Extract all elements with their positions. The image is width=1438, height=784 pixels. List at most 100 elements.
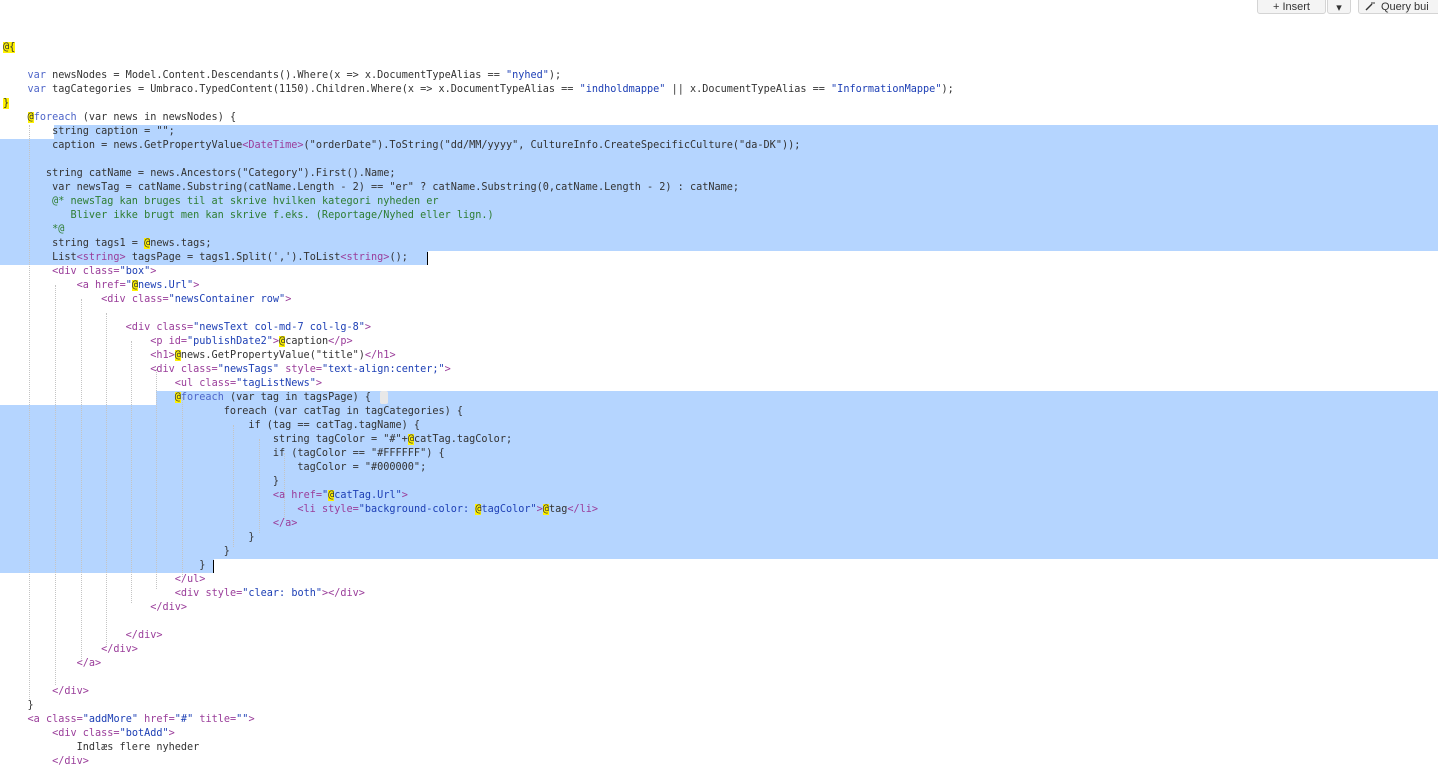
code-line[interactable]: Indlæs flere nyheder [3, 741, 1438, 755]
code-line[interactable]: </div> [3, 601, 1438, 615]
code-line[interactable]: } [3, 531, 1438, 545]
code-line[interactable]: <div class="box"> [3, 265, 1438, 279]
code-line[interactable]: } [3, 559, 1438, 573]
code-token: class= [180, 364, 218, 375]
code-line[interactable]: </div> [3, 685, 1438, 699]
code-token: > [168, 728, 175, 739]
code-line[interactable]: <ul class="tagListNews"> [3, 377, 1438, 391]
code-token: </div> [150, 602, 188, 613]
code-line[interactable]: List<string> tagsPage = tags1.Split(',')… [3, 251, 1438, 265]
code-token: </p> [328, 336, 353, 347]
code-line[interactable]: caption = news.GetPropertyValue<DateTime… [3, 139, 1438, 153]
code-line[interactable]: if (tag == catTag.tagName) { [3, 419, 1438, 433]
code-token: foreach (var catTag in tagCategories) { [3, 406, 464, 417]
code-line[interactable]: <li style="background-color: @tagColor">… [3, 503, 1438, 517]
code-token: "botAdd" [119, 728, 169, 739]
code-line[interactable]: <p id="publishDate2">@caption</p> [3, 335, 1438, 349]
code-token: foreach [180, 392, 224, 403]
code-token: var [27, 84, 46, 95]
code-line[interactable]: if (tagColor == "#FFFFFF") { [3, 447, 1438, 461]
code-token: <a [76, 280, 89, 291]
code-line[interactable]: foreach (var catTag in tagCategories) { [3, 405, 1438, 419]
code-line[interactable]: } [3, 97, 1438, 111]
code-line[interactable]: </div> [3, 643, 1438, 657]
code-token: <div [150, 364, 175, 375]
code-line[interactable]: var newsNodes = Model.Content.Descendant… [3, 69, 1438, 83]
code-line[interactable]: @foreach (var news in newsNodes) { [3, 111, 1438, 125]
code-line[interactable]: <a class="addMore" href="#" title=""> [3, 713, 1438, 727]
query-builder-label: Query bui [1381, 1, 1429, 13]
code-line[interactable]: @* newsTag kan bruges til at skrive hvil… [3, 195, 1438, 209]
code-token: </div> [101, 644, 138, 655]
code-token: (); [389, 252, 408, 263]
code-line[interactable]: <div class="newsText col-md-7 col-lg-8"> [3, 321, 1438, 335]
code-line[interactable] [3, 615, 1438, 629]
code-token: </div> [125, 630, 163, 641]
code-token: "newsTags" [217, 364, 280, 375]
code-line[interactable] [3, 153, 1438, 167]
code-token: "clear: both" [242, 588, 322, 599]
code-token: title= [199, 714, 237, 725]
code-token: <h1> [150, 350, 175, 361]
code-line[interactable]: </ul> [3, 573, 1438, 587]
code-token: news.tags; [150, 238, 212, 249]
code-line[interactable]: </a> [3, 517, 1438, 531]
code-line[interactable]: var tagCategories = Umbraco.TypedContent… [3, 83, 1438, 97]
code-line[interactable] [3, 671, 1438, 685]
code-token: </div> [52, 686, 89, 697]
code-line[interactable]: } [3, 475, 1438, 489]
query-builder-button[interactable]: Query bui [1358, 0, 1438, 14]
code-token: <div [125, 322, 151, 333]
code-line[interactable]: <a href="@catTag.Url"> [3, 489, 1438, 503]
code-token: <ul [174, 378, 194, 389]
code-token: </h1> [364, 350, 396, 361]
code-token: <div [101, 294, 126, 305]
code-line[interactable]: } [3, 545, 1438, 559]
code-line[interactable]: </a> [3, 657, 1438, 671]
code-editor[interactable]: @{ var newsNodes = Model.Content.Descend… [0, 40, 1438, 784]
code-line[interactable] [3, 307, 1438, 321]
code-token: "newsContainer row" [168, 294, 286, 305]
code-line[interactable]: <div class="botAdd"> [3, 727, 1438, 741]
code-line[interactable]: string tagColor = "#"+@catTag.tagColor; [3, 433, 1438, 447]
code-token: id= [168, 336, 188, 347]
code-token: news.GetPropertyValue("title") [180, 350, 365, 361]
code-token: tagColor" [481, 504, 537, 515]
code-line[interactable]: string caption = ""; [3, 125, 1438, 139]
code-line[interactable]: <h1>@news.GetPropertyValue("title")</h1> [3, 349, 1438, 363]
code-line[interactable]: </div> [3, 629, 1438, 643]
code-token: <DateTime> [242, 140, 304, 151]
code-line[interactable]: tagColor = "#000000"; [3, 461, 1438, 475]
code-line[interactable]: <div style="clear: both"></div> [3, 587, 1438, 601]
insert-button[interactable]: + Insert [1257, 0, 1326, 14]
code-line[interactable]: string tags1 = @news.tags; [3, 237, 1438, 251]
code-line[interactable]: } [3, 699, 1438, 713]
code-line[interactable]: <div class="newsContainer row"> [3, 293, 1438, 307]
code-line[interactable] [3, 55, 1438, 69]
code-line[interactable]: Bliver ikke brugt men kan skrive f.eks. … [3, 209, 1438, 223]
code-line[interactable]: @foreach (var tag in tagsPage) { [3, 391, 1438, 405]
code-line[interactable]: </div> [3, 755, 1438, 769]
code-line[interactable]: @{ [3, 41, 1438, 55]
code-line[interactable]: var newsTag = catName.Substring(catName.… [3, 181, 1438, 195]
code-token: Bliver ikke brugt men kan skrive f.eks. … [3, 210, 494, 221]
code-line[interactable]: *@ [3, 223, 1438, 237]
insert-dropdown-button[interactable]: ▾ [1327, 0, 1351, 14]
code-line[interactable]: string catName = news.Ancestors("Categor… [3, 167, 1438, 181]
code-token: string tags1 = [3, 238, 145, 249]
code-token: foreach [33, 112, 77, 123]
code-line[interactable]: <div class="newsTags" style="text-align:… [3, 363, 1438, 377]
code-token: <a [272, 490, 286, 501]
code-line[interactable]: <a href="@news.Url"> [3, 279, 1438, 293]
